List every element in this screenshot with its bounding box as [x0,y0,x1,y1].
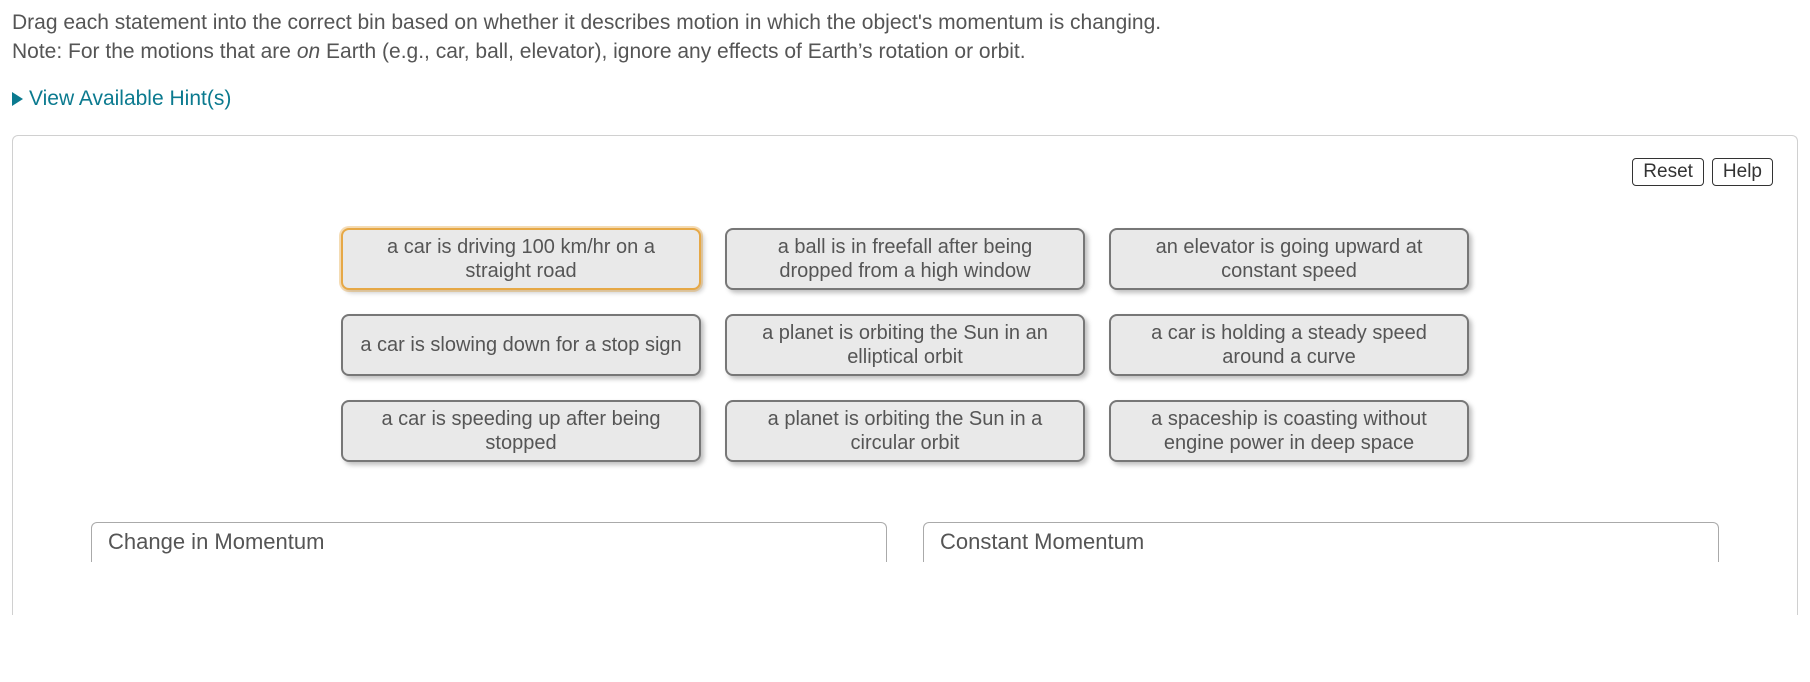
view-hints-toggle[interactable]: View Available Hint(s) [12,87,1798,111]
card-text: a car is driving 100 km/hr on a straight… [357,235,685,283]
instruction-line2a: Note: For the motions that are [12,40,297,63]
card-text: a spaceship is coasting without engine p… [1125,407,1453,455]
cards-area: a car is driving 100 km/hr on a straight… [41,228,1769,462]
draggable-card[interactable]: a ball is in freefall after being droppe… [725,228,1085,290]
reset-button[interactable]: Reset [1632,158,1704,186]
card-text: a car is slowing down for a stop sign [360,333,681,357]
caret-right-icon [12,92,23,106]
card-text: a ball is in freefall after being droppe… [741,235,1069,283]
instruction-on: on [297,40,320,63]
draggable-card[interactable]: a car is driving 100 km/hr on a straight… [341,228,701,290]
instructions-text: Drag each statement into the correct bin… [12,8,1798,67]
card-row: a car is driving 100 km/hr on a straight… [341,228,1469,290]
instruction-line1: Drag each statement into the correct bin… [12,11,1161,34]
draggable-card[interactable]: a car is slowing down for a stop sign [341,314,701,376]
bin-label: Change in Momentum [108,529,324,554]
help-button[interactable]: Help [1712,158,1773,186]
hints-label: View Available Hint(s) [29,87,231,111]
card-text: a planet is orbiting the Sun in a circul… [741,407,1069,455]
bin-constant-momentum[interactable]: Constant Momentum [923,522,1719,562]
draggable-card[interactable]: a planet is orbiting the Sun in a circul… [725,400,1085,462]
card-text: a planet is orbiting the Sun in an ellip… [741,321,1069,369]
draggable-card[interactable]: a spaceship is coasting without engine p… [1109,400,1469,462]
card-text: an elevator is going upward at constant … [1125,235,1453,283]
draggable-card[interactable]: a car is holding a steady speed around a… [1109,314,1469,376]
draggable-card[interactable]: a car is speeding up after being stopped [341,400,701,462]
bins-area: Change in Momentum Constant Momentum [41,522,1769,562]
card-row: a car is speeding up after being stopped… [341,400,1469,462]
card-row: a car is slowing down for a stop sign a … [341,314,1469,376]
bin-label: Constant Momentum [940,529,1144,554]
draggable-card[interactable]: a planet is orbiting the Sun in an ellip… [725,314,1085,376]
bin-change-momentum[interactable]: Change in Momentum [91,522,887,562]
card-text: a car is speeding up after being stopped [357,407,685,455]
card-text: a car is holding a steady speed around a… [1125,321,1453,369]
draggable-card[interactable]: an elevator is going upward at constant … [1109,228,1469,290]
instruction-line2b: Earth (e.g., car, ball, elevator), ignor… [320,40,1025,63]
sorting-panel: Reset Help a car is driving 100 km/hr on… [12,135,1798,615]
